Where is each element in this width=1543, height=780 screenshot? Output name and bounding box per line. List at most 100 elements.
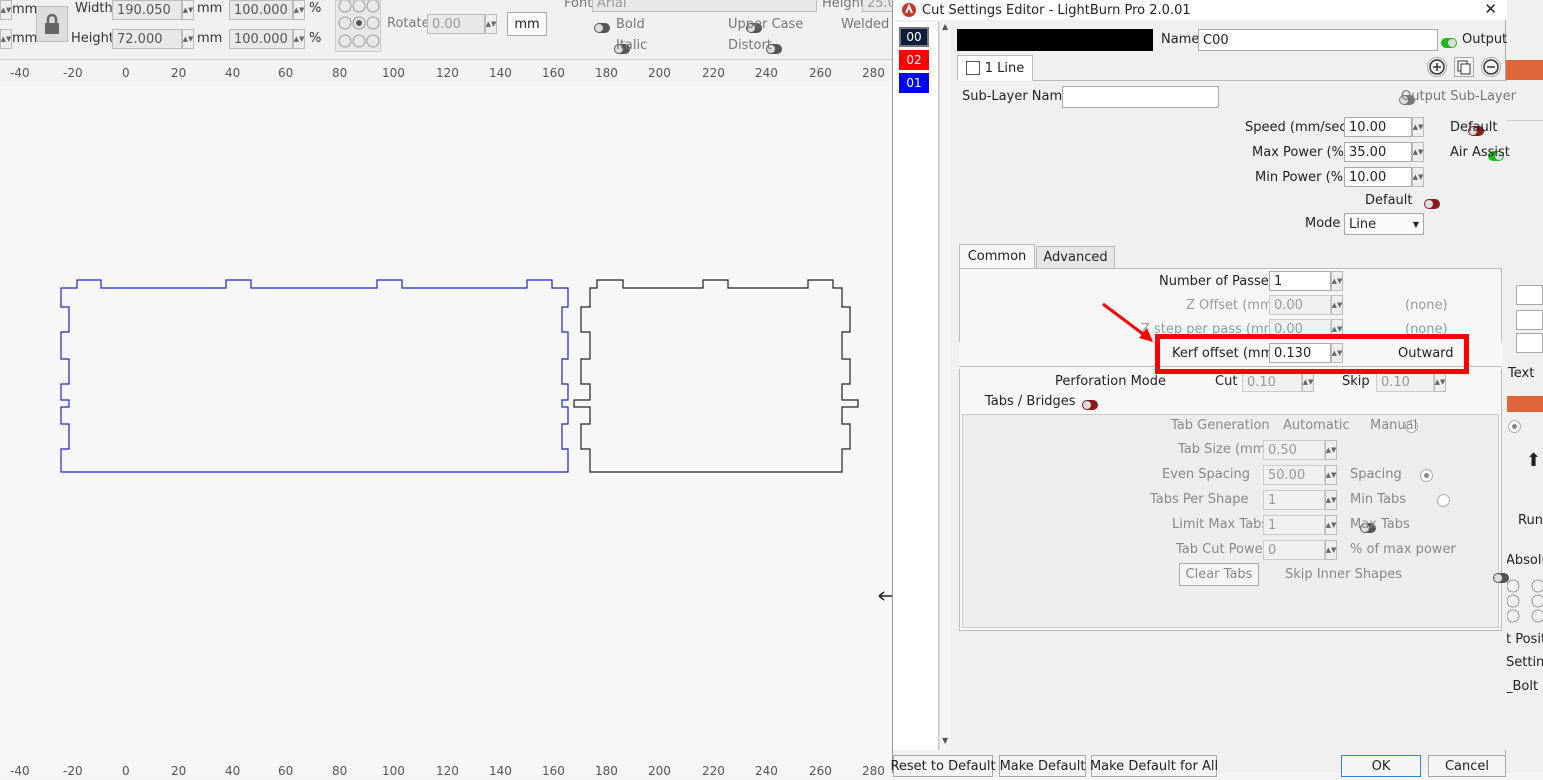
speed-spinner[interactable]: ▲▼ [1412,117,1424,137]
skip-inner-shapes-toggle[interactable] [1492,572,1509,583]
height-pct-spinner[interactable]: ▲▼ [293,29,305,49]
ruler-tick: 240 [755,764,778,778]
even-spacing-label: Even Spacing [1162,467,1250,482]
ruler-tick: 120 [436,764,459,778]
add-sublayer-button[interactable] [1427,57,1447,77]
perforation-skip-spinner[interactable]: ▲▼ [1434,372,1446,392]
height-pct-input[interactable]: 100.000 [229,29,293,49]
layer-item-00[interactable]: 00 [899,27,929,47]
ruler-tick: 200 [648,66,671,80]
height-spinner[interactable]: ▲▼ [182,29,194,49]
mode-value: Line [1349,216,1377,232]
unit-mm-button[interactable]: mm [507,12,547,36]
panel-input[interactable] [1516,310,1543,330]
tab-cut-power-input[interactable]: 0 [1263,540,1325,560]
canvas-shapes[interactable] [0,86,893,756]
make-default-button[interactable]: Make Default [999,755,1086,777]
layer-color-swatch[interactable] [957,29,1153,51]
run-label[interactable]: Run [1518,513,1543,528]
sublayer-tab-1-line[interactable]: 1 Line [957,55,1033,81]
min-power-spinner[interactable]: ▲▼ [1412,167,1424,187]
even-spacing-input[interactable]: 50.00 [1263,465,1325,485]
max-power-spinner[interactable]: ▲▼ [1412,142,1424,162]
font-select[interactable]: Arial [592,0,817,12]
z-offset-input[interactable]: 0.00 [1269,295,1331,315]
sublayer-name-label: Sub-Layer Name [962,89,1071,104]
perforation-cut-input[interactable]: 0.10 [1242,372,1302,392]
passes-input[interactable]: 1 [1269,271,1331,291]
layer-list-scrollbar[interactable]: ▲ ▼ [939,22,951,750]
reset-to-default-button[interactable]: Reset to Default [890,755,996,777]
min-power-default-toggle[interactable] [1423,198,1440,209]
tabs-per-shape-input[interactable]: 1 [1263,490,1325,510]
copy-sublayer-button[interactable] [1454,57,1474,77]
height-label: Height [71,31,114,46]
even-spacing-spinner[interactable]: ▲▼ [1325,465,1337,485]
perforation-cut-spinner[interactable]: ▲▼ [1302,372,1314,392]
tab-common[interactable]: Common [959,244,1035,269]
min-tabs-label: Min Tabs [1350,492,1406,507]
bold-toggle[interactable] [594,22,610,33]
ruler-tick: -20 [63,66,83,80]
tabs-per-shape-spinner[interactable]: ▲▼ [1325,490,1337,510]
up-arrow-icon[interactable]: ⬆ [1526,450,1541,471]
tab-advanced[interactable]: Advanced [1036,246,1115,269]
close-icon[interactable]: ✕ [1484,0,1497,18]
tab-cut-power-spinner[interactable]: ▲▼ [1325,540,1337,560]
name-input[interactable]: C00 [1198,29,1438,51]
origin-selector[interactable] [335,0,381,52]
width-pct-input[interactable]: 100.000 [229,0,293,20]
scroll-down-icon[interactable]: ▼ [942,736,948,745]
clear-tabs-button[interactable]: Clear Tabs [1179,563,1259,586]
layer-item-02[interactable]: 02 [899,50,929,70]
width-pct-spinner[interactable]: ▲▼ [293,0,305,20]
max-power-input[interactable]: 35.00 [1344,142,1412,162]
speed-input[interactable]: 10.00 [1344,117,1412,137]
ruler-tick: 220 [702,764,725,778]
panel-input[interactable] [1516,333,1543,353]
z-offset-spinner[interactable]: ▲▼ [1331,295,1343,315]
ruler-tick: 200 [648,764,671,778]
limit-max-tabs-spinner[interactable]: ▲▼ [1325,515,1337,535]
manual-label: Manual [1370,418,1418,433]
lock-aspect-button[interactable] [36,6,68,42]
height-input[interactable]: 72.000 [112,29,182,49]
ruler-tick: 20 [171,764,187,778]
jog-origin-grid-icon[interactable] [1506,578,1543,624]
perforation-skip-input[interactable]: 0.10 [1376,372,1434,392]
rotate-input[interactable]: 0.00 [427,14,485,34]
remove-sublayer-button[interactable] [1481,57,1501,77]
x-spinner[interactable]: ▲▼ [0,0,12,20]
welded-label: Welded [841,17,890,32]
rotate-spinner[interactable]: ▲▼ [485,14,497,34]
layer-item-01[interactable]: 01 [899,73,929,93]
sublayer-name-input[interactable] [1062,86,1219,108]
origin-radio-grid-icon [338,0,380,48]
tab-size-input[interactable]: 0.50 [1263,440,1325,460]
tabs-bridges-toggle[interactable] [1081,399,1098,410]
text-button[interactable]: Text [1508,366,1534,381]
limit-max-tabs-input[interactable]: 1 [1263,515,1325,535]
output-sublayer-label: Output Sub-Layer [1401,89,1516,104]
cancel-button[interactable]: Cancel [1428,755,1506,777]
scroll-up-icon[interactable]: ▲ [942,22,948,31]
ok-button[interactable]: OK [1341,755,1421,777]
output-toggle[interactable] [1441,37,1457,48]
make-default-for-all-button[interactable]: Make Default for All [1090,755,1218,777]
font-height-input[interactable]: 25.0 [862,0,896,12]
width-input[interactable]: 190.050 [112,0,182,20]
design-canvas[interactable]: -40 -20 0 20 40 60 80 100 120 140 160 18… [0,60,893,778]
sublayer-checkbox[interactable] [965,61,980,75]
z-offset-none: (none) [1405,298,1448,313]
mode-select[interactable]: Line ▼ [1344,213,1424,235]
y-spinner[interactable]: ▲▼ [0,29,12,49]
width-spinner[interactable]: ▲▼ [182,0,194,20]
tab-size-spinner[interactable]: ▲▼ [1325,440,1337,460]
passes-spinner[interactable]: ▲▼ [1331,271,1343,291]
cut-settings-dialog: Cut Settings Editor - LightBurn Pro 2.0.… [890,0,1522,777]
divider [1506,120,1543,121]
max-power-label: Max Power (%) [1252,145,1349,160]
min-power-input[interactable]: 10.00 [1344,167,1412,187]
panel-input[interactable] [1516,285,1543,305]
font-label: Font [564,0,593,11]
